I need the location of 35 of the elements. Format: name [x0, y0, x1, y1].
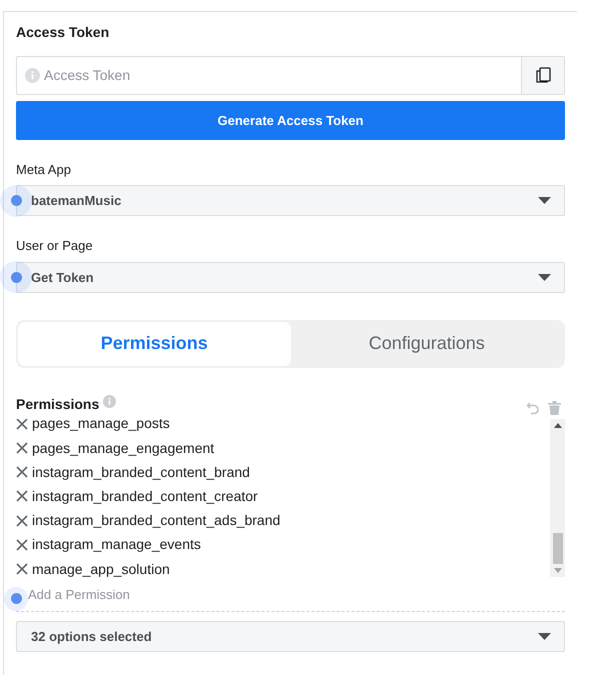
caret-icon	[538, 197, 551, 204]
token-input-group[interactable]: Access Token	[16, 56, 565, 95]
scrollbar-thumb[interactable]	[552, 532, 562, 564]
remove-icon[interactable]	[16, 466, 28, 478]
dropdown[interactable]: batemanMusic	[16, 185, 565, 216]
permission-name: instagram_branded_content_brand	[32, 462, 250, 482]
dropdown[interactable]: Get Token	[16, 262, 565, 293]
caret-icon	[538, 632, 551, 640]
remove-icon[interactable]	[16, 442, 28, 454]
remove-icon[interactable]	[16, 418, 28, 430]
permission-name: pages_manage_engagement	[32, 438, 214, 458]
copy-icon	[534, 66, 552, 84]
add-permission-field[interactable]: Add a Permission	[28, 585, 565, 605]
dropdown[interactable]: 32 options selected	[16, 620, 565, 652]
remove-icon[interactable]	[16, 538, 28, 551]
section-title: Permissions	[16, 394, 100, 414]
generate-token-button[interactable]: Generate Access Token	[16, 100, 565, 140]
field-label: Meta App	[16, 160, 72, 179]
copy-button[interactable]	[521, 56, 564, 94]
permission-name: pages_manage_posts	[32, 418, 170, 434]
tab[interactable]: Permissions	[18, 322, 290, 366]
tab[interactable]: Configurations	[290, 322, 563, 366]
caret-icon	[538, 274, 551, 281]
permission-name: instagram_branded_content_creator	[32, 486, 258, 506]
permission-name: instagram_branded_content_ads_brand	[32, 511, 280, 530]
remove-icon[interactable]	[16, 490, 28, 502]
section-title: Access Token	[16, 24, 110, 41]
remove-icon[interactable]	[16, 514, 28, 527]
permission-name: manage_app_solution	[32, 560, 170, 577]
scroll-up-icon[interactable]	[554, 422, 562, 428]
permission-name: instagram_manage_events	[32, 535, 201, 554]
field-label: User or Page	[16, 237, 94, 256]
info-icon	[103, 394, 116, 408]
remove-icon[interactable]	[16, 563, 28, 576]
info-icon	[25, 68, 40, 83]
